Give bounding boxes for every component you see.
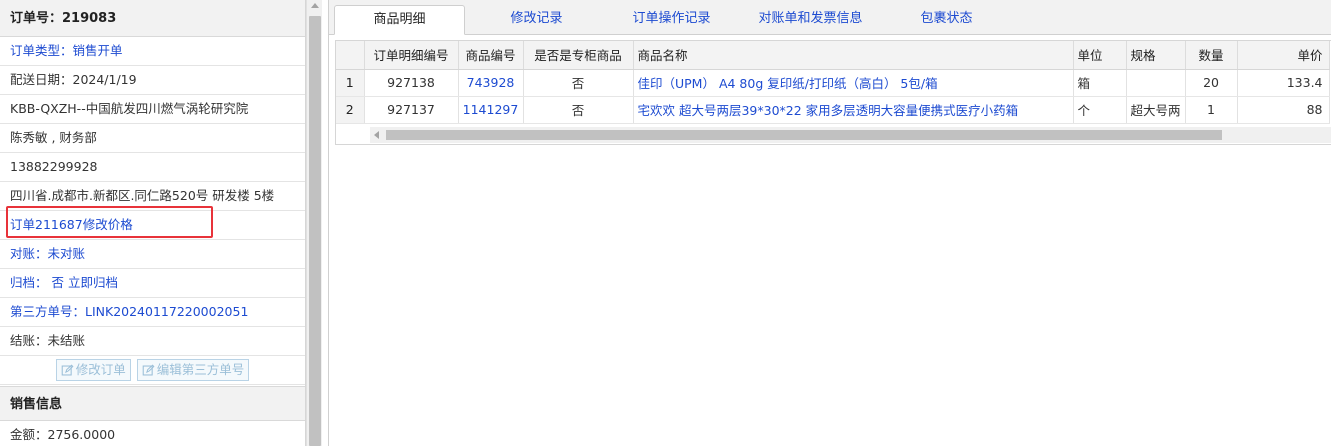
edit-third-party-number-button[interactable]: 编辑第三方单号 [136, 359, 250, 381]
grid-horizontal-scrollbar[interactable] [370, 127, 1331, 143]
sales-amount: 金额：2756.0000 [0, 421, 305, 446]
edit-third-party-label: 编辑第三方单号 [156, 362, 245, 377]
column-header[interactable]: 单价 [1237, 41, 1330, 70]
spec-cell [1126, 69, 1186, 97]
contact-phone: 13882299928 [0, 153, 305, 182]
detail-id-cell: 927138 [364, 69, 459, 97]
product-name-link[interactable]: 佳印（UPM） A4 80g 复印纸/打印纸（高白） 5包/箱 [633, 69, 1074, 97]
column-header[interactable]: 规格 [1126, 41, 1186, 70]
column-header[interactable]: 数量 [1185, 41, 1238, 70]
scroll-up-arrow-icon[interactable] [311, 3, 319, 8]
sales-info-header: 销售信息 [0, 386, 305, 421]
column-header[interactable]: 商品名称 [633, 41, 1074, 70]
app-root: 订单号：219083 订单类型：销售开单 配送日期：2024/1/19 KBB-… [0, 0, 1331, 446]
row-number-header [336, 41, 365, 70]
product-name-link[interactable]: 宅欢欢 超大号两层39*30*22 家用多层透明大容量便携式医疗小药箱 [633, 96, 1074, 124]
edit-order-label: 修改订单 [75, 362, 126, 377]
tab-order-operation-records[interactable]: 订单操作记录 [614, 5, 729, 35]
column-header[interactable]: 订单明细编号 [364, 41, 459, 70]
unit-price-cell: 88 [1237, 96, 1330, 124]
product-detail-grid: 订单明细编号 商品编号 是否是专柜商品 商品名称 单位 规格 数量 单价 1 9… [335, 40, 1331, 145]
archive-status[interactable]: 归档： 否 立即归档 [0, 269, 305, 298]
edit-icon [142, 364, 155, 375]
contact-person: 陈秀敏 , 财务部 [0, 124, 305, 153]
edit-icon [61, 364, 74, 375]
tab-statement-invoice[interactable]: 对账单和发票信息 [743, 5, 878, 35]
column-header[interactable]: 商品编号 [458, 41, 524, 70]
price-change-link[interactable]: 订单211687修改价格 [0, 211, 305, 240]
table-row[interactable]: 1 927138 743928 否 佳印（UPM） A4 80g 复印纸/打印纸… [336, 69, 1330, 97]
row-number: 2 [336, 96, 365, 124]
column-header[interactable]: 是否是专柜商品 [523, 41, 634, 70]
horizontal-scrollbar-thumb[interactable] [386, 130, 1222, 140]
unit-cell: 箱 [1073, 69, 1127, 97]
unit-price-cell: 133.4 [1237, 69, 1330, 97]
tab-modification-records[interactable]: 修改记录 [479, 5, 594, 35]
detail-id-cell: 927137 [364, 96, 459, 124]
is-counter-cell: 否 [523, 69, 634, 97]
scroll-left-arrow-icon[interactable] [374, 131, 379, 139]
delivery-address: 四川省.成都市.新都区.同仁路520号 研发楼 5楼 [0, 182, 305, 211]
quantity-cell: 20 [1185, 69, 1238, 97]
left-panel-scrollbar[interactable] [306, 0, 322, 446]
unit-cell: 个 [1073, 96, 1127, 124]
reconcile-status[interactable]: 对账：未对账 [0, 240, 305, 269]
spec-cell: 超大号两 [1126, 96, 1186, 124]
table-row[interactable]: 2 927137 1141297 否 宅欢欢 超大号两层39*30*22 家用多… [336, 96, 1330, 124]
quantity-cell: 1 [1185, 96, 1238, 124]
order-type[interactable]: 订单类型：销售开单 [0, 37, 305, 66]
third-party-order-number[interactable]: 第三方单号：LINK20240117220002051 [0, 298, 305, 327]
customer-name: KBB-QXZH--中国航发四川燃气涡轮研究院 [0, 95, 305, 124]
order-action-buttons: 修改订单 编辑第三方单号 [0, 356, 305, 385]
order-info-panel: 订单号：219083 订单类型：销售开单 配送日期：2024/1/19 KBB-… [0, 0, 306, 446]
product-table: 订单明细编号 商品编号 是否是专柜商品 商品名称 单位 规格 数量 单价 1 9… [336, 41, 1330, 124]
detail-panel: 商品明细 修改记录 订单操作记录 对账单和发票信息 包裹状态 订单明细编号 商品… [328, 0, 1331, 446]
row-number: 1 [336, 69, 365, 97]
edit-order-button[interactable]: 修改订单 [55, 359, 131, 381]
tab-product-details[interactable]: 商品明细 [334, 5, 465, 35]
product-id-link[interactable]: 1141297 [458, 96, 524, 124]
product-id-link[interactable]: 743928 [458, 69, 524, 97]
delivery-date: 配送日期：2024/1/19 [0, 66, 305, 95]
tab-package-status[interactable]: 包裹状态 [894, 5, 999, 35]
scrollbar-thumb[interactable] [309, 16, 321, 446]
table-header-row: 订单明细编号 商品编号 是否是专柜商品 商品名称 单位 规格 数量 单价 [336, 41, 1330, 70]
order-number-header: 订单号：219083 [0, 0, 305, 37]
settlement-status: 结账：未结账 [0, 327, 305, 356]
is-counter-cell: 否 [523, 96, 634, 124]
column-header[interactable]: 单位 [1073, 41, 1127, 70]
tab-bar: 商品明细 修改记录 订单操作记录 对账单和发票信息 包裹状态 [329, 0, 1331, 35]
